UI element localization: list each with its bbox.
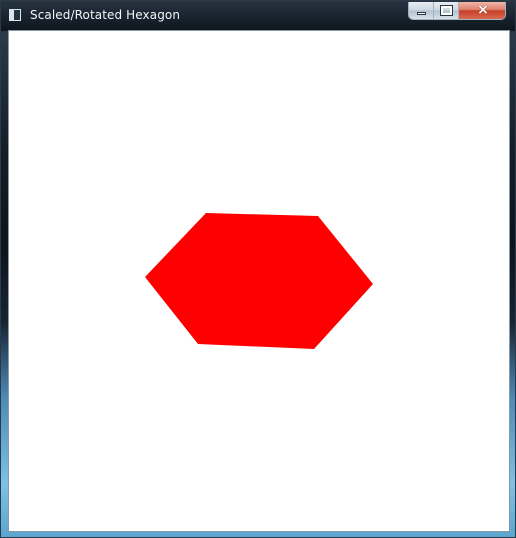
- drawing-area[interactable]: [9, 31, 509, 531]
- close-button[interactable]: ×: [459, 2, 505, 19]
- maximize-icon: [440, 5, 453, 16]
- minimize-icon: [417, 12, 426, 15]
- application-window: Scaled/Rotated Hexagon ×: [0, 0, 516, 538]
- close-icon: ×: [477, 2, 489, 18]
- maximize-button[interactable]: [434, 2, 459, 19]
- window-title: Scaled/Rotated Hexagon: [30, 8, 181, 22]
- hexagon-canvas: [9, 31, 509, 531]
- minimize-button[interactable]: [409, 2, 434, 19]
- window-controls: ×: [408, 2, 506, 20]
- app-icon[interactable]: [9, 9, 21, 21]
- title-bar[interactable]: Scaled/Rotated Hexagon ×: [1, 1, 515, 31]
